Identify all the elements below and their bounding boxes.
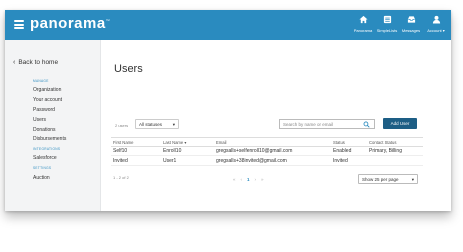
page-size-select[interactable]: Show 25 per page ▾ [358, 174, 418, 184]
sidebar-item-password[interactable]: Password [33, 107, 55, 113]
header-contact-status[interactable]: Contact Status [369, 140, 396, 145]
sidebar-item-auction[interactable]: Auction [33, 175, 50, 181]
last-page-button[interactable]: » [261, 177, 264, 182]
cell-status: Invited [333, 158, 348, 164]
top-bar: panorama™ Panorama SimpleLists Messages … [5, 10, 451, 40]
cell-first-name: Self10 [113, 148, 128, 154]
inbox-icon [407, 16, 415, 23]
nav-simplelists[interactable]: SimpleLists [375, 13, 399, 33]
sidebar-item-users[interactable]: Users [5, 115, 101, 123]
cell-email: gregsalls+selfenroll10@gmail.com [216, 148, 293, 154]
header-first-name[interactable]: First Name [113, 140, 133, 145]
top-nav: Panorama SimpleLists Messages Account ▾ [351, 13, 449, 33]
page-1-button[interactable]: 1 [247, 177, 250, 182]
user-icon [432, 15, 440, 24]
header-email[interactable]: Email [216, 140, 226, 145]
back-label: Back to home [18, 59, 59, 66]
search-icon[interactable] [363, 121, 370, 128]
logo[interactable]: panorama™ [30, 15, 110, 32]
sidebar-item-organization[interactable]: Organization [33, 87, 61, 93]
cell-first-name: Invited [113, 158, 128, 164]
nav-simplelists-label: SimpleLists [376, 28, 398, 33]
chevron-down-icon: ▾ [411, 177, 414, 182]
nav-account[interactable]: Account ▾ [423, 13, 449, 33]
table-row[interactable]: Invited User1 gregsalls+38invited@gmail.… [111, 156, 423, 166]
nav-panorama[interactable]: Panorama [351, 13, 375, 33]
logo-trademark: ™ [105, 18, 111, 23]
user-count: 2 users [115, 123, 129, 128]
search-placeholder: Search by name or email [283, 122, 334, 127]
cell-status: Enabled [333, 148, 352, 154]
add-user-button[interactable]: Add User [383, 118, 417, 129]
status-filter-value: All statuses [139, 122, 163, 127]
header-last-name-label: Last Name [163, 139, 184, 145]
home-icon [358, 15, 368, 24]
chevron-down-icon: ▾ [172, 122, 175, 127]
pagination: « ‹ 1 › » [233, 177, 264, 182]
chevron-left-icon: ‹ [13, 59, 16, 66]
sidebar-item-donations[interactable]: Donations [33, 127, 56, 133]
sidebar-item-salesforce[interactable]: Salesforce [33, 155, 57, 161]
header-status[interactable]: Status [333, 140, 345, 145]
back-to-home-link[interactable]: ‹ Back to home [13, 59, 58, 66]
pagination-info: 1 - 2 of 2 [113, 175, 129, 180]
cell-contact-status: Primary, Billing [369, 148, 402, 154]
page-title: Users [114, 63, 143, 75]
search-input[interactable]: Search by name or email [279, 119, 375, 129]
table-row[interactable]: Self10 Enroll10 gregsalls+selfenroll10@g… [111, 146, 423, 156]
nav-panorama-label: Panorama [353, 28, 373, 33]
first-page-button[interactable]: « [233, 177, 236, 182]
list-icon [383, 15, 391, 24]
status-filter-select[interactable]: All statuses ▾ [135, 119, 179, 129]
nav-messages[interactable]: Messages [399, 13, 423, 33]
section-manage: MANAGE [33, 79, 49, 83]
sidebar-item-disbursements[interactable]: Disbursements [33, 136, 66, 142]
page-size-value: Show 25 per page [362, 177, 399, 182]
cell-last-name: User1 [163, 158, 177, 164]
sidebar-item-your-account[interactable]: Your account [33, 97, 62, 103]
logo-text: panorama [30, 15, 106, 32]
app-window: panorama™ Panorama SimpleLists Messages … [5, 10, 451, 211]
prev-page-button[interactable]: ‹ [241, 177, 243, 182]
header-last-name[interactable]: Last Name ▾ [163, 140, 187, 145]
hamburger-menu-icon[interactable] [14, 20, 24, 29]
cell-email: gregsalls+38invited@gmail.com [216, 158, 287, 164]
section-integrations: INTEGRATIONS [33, 147, 61, 151]
cell-last-name: Enroll10 [163, 148, 182, 154]
sidebar: ‹ Back to home MANAGE Organization Your a… [5, 40, 101, 211]
main-content: Users 2 users All statuses ▾ Search by n… [101, 40, 451, 211]
next-page-button[interactable]: › [255, 177, 257, 182]
nav-account-label: Account ▾ [427, 28, 445, 33]
sort-desc-icon: ▾ [184, 139, 187, 145]
nav-messages-label: Messages [401, 28, 421, 33]
section-settings: SETTINGS [33, 166, 52, 170]
